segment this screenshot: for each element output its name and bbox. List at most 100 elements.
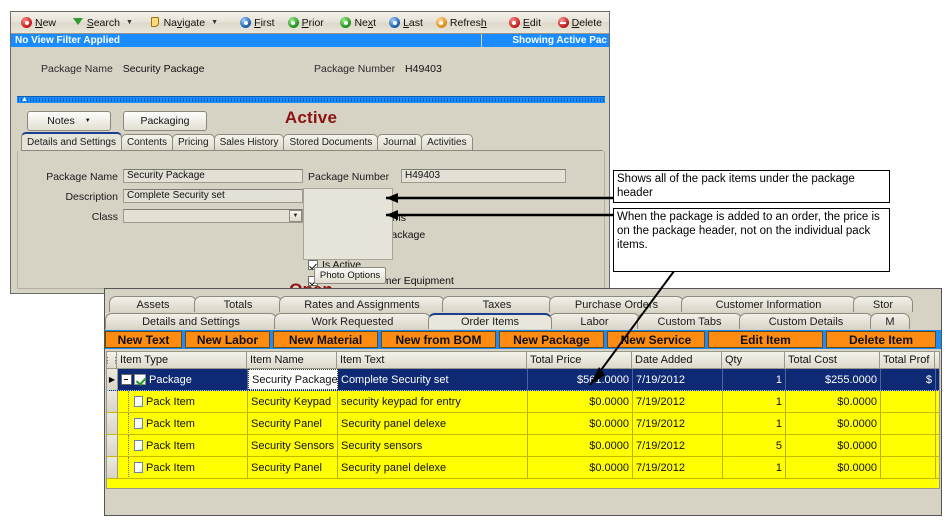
column-header-item-name[interactable]: Item Name <box>247 352 337 368</box>
tree-line <box>128 413 130 434</box>
order-tabstrip-lower: Details and Settings Work Requested Orde… <box>105 312 910 329</box>
cell-item-text: Security panel delexe <box>338 457 528 478</box>
header-package-number-value: H49403 <box>405 63 442 75</box>
table-row[interactable]: Pack Item Security Panel Security panel … <box>107 413 939 435</box>
cell-item-text: security keypad for entry <box>338 391 528 412</box>
toolbar-edit-button[interactable]: Edit <box>503 13 547 33</box>
chevron-down-icon[interactable]: ▼ <box>126 19 133 26</box>
tab-taxes[interactable]: Taxes <box>442 296 552 312</box>
cell-item-text: Security panel delexe <box>338 413 528 434</box>
tab-totals[interactable]: Totals <box>194 296 282 312</box>
chevron-down-icon[interactable]: ▼ <box>211 19 218 26</box>
delete-item-button[interactable]: Delete Item <box>826 331 936 348</box>
toolbar-delete-button[interactable]: Delete <box>552 13 608 33</box>
toolbar-new-button[interactable]: New <box>15 13 62 33</box>
package-number-input[interactable]: H49403 <box>401 169 566 183</box>
order-items-action-bar: New Text New Labor New Material New from… <box>105 330 941 349</box>
tab-stored-documents[interactable]: Stored Documents <box>283 134 379 150</box>
tab-details-and-settings[interactable]: Details and Settings <box>105 313 277 329</box>
cell-total-price: $561.0000 <box>528 369 633 390</box>
button-label: New Labor <box>196 332 259 347</box>
class-combo-dropdown-button[interactable]: ▼ <box>289 210 302 222</box>
column-header-total-profit[interactable]: Total Prof <box>880 352 935 368</box>
tab-label: Pricing <box>177 137 209 148</box>
tab-journal[interactable]: Journal <box>377 134 423 150</box>
grid-select-all-handle[interactable]: ⋮⋮ <box>107 352 117 368</box>
new-package-button[interactable]: New Package <box>499 331 604 348</box>
tab-activities[interactable]: Activities <box>421 134 473 150</box>
class-combo-input[interactable] <box>123 209 303 223</box>
column-header-total-cost[interactable]: Total Cost <box>785 352 880 368</box>
splitter-bar[interactable]: ▲ <box>17 96 605 103</box>
table-row[interactable]: Pack Item Security Keypad security keypa… <box>107 391 939 413</box>
tab-rates-and-assignments[interactable]: Rates and Assignments <box>279 296 445 312</box>
tab-label: Assets <box>136 298 170 311</box>
tab-custom-details[interactable]: Custom Details <box>739 313 873 329</box>
tab-details-and-settings[interactable]: Details and Settings <box>21 132 122 150</box>
description-input[interactable]: Complete Security set <box>123 189 303 203</box>
table-row[interactable]: ▶ Package Security Package Complete Secu… <box>107 369 939 391</box>
tab-sales-history[interactable]: Sales History <box>213 134 285 150</box>
tab-custom-tabs[interactable]: Custom Tabs <box>637 313 742 329</box>
red-target-icon <box>508 17 520 28</box>
tab-assets[interactable]: Assets <box>109 296 197 312</box>
tab-customer-information[interactable]: Customer Information <box>681 296 856 312</box>
tab-contents[interactable]: Contents <box>120 134 173 150</box>
red-target-icon <box>21 17 32 28</box>
collapse-caret-icon[interactable]: ▲ <box>21 96 28 103</box>
edit-item-button[interactable]: Edit Item <box>708 331 823 348</box>
cell-date-added: 7/19/2012 <box>633 435 723 456</box>
column-header-total-price[interactable]: Total Price <box>527 352 632 368</box>
table-row[interactable]: Pack Item Security Panel Security panel … <box>107 457 939 479</box>
cell-item-type: Pack Item <box>118 413 248 434</box>
cell-item-text: Complete Security set <box>338 369 528 390</box>
tab-label: Details and Settings <box>142 315 240 328</box>
toolbar-last-button[interactable]: Last <box>383 13 429 33</box>
tab-purchase-orders[interactable]: Purchase Orders <box>549 296 684 312</box>
table-row[interactable]: Pack Item Security Sensors Security sens… <box>107 435 939 457</box>
tab-stored[interactable]: Stor <box>853 296 913 312</box>
toolbar-first-button[interactable]: First <box>234 13 280 33</box>
cell-total-price: $0.0000 <box>528 457 633 478</box>
current-row-arrow-icon: ▶ <box>108 375 116 384</box>
cell-text: Pack Item <box>146 439 195 452</box>
green-check-icon[interactable] <box>134 374 146 385</box>
new-labor-button[interactable]: New Labor <box>185 331 270 348</box>
toolbar-refresh-button[interactable]: Refresh <box>430 13 493 33</box>
callout-pack-items: Shows all of the pack items under the pa… <box>613 170 890 203</box>
toolbar-navigate-button[interactable]: Navigate ▼ <box>144 13 224 33</box>
column-header-item-type[interactable]: Item Type <box>117 352 247 368</box>
document-icon <box>134 418 143 429</box>
column-header-date-added[interactable]: Date Added <box>632 352 722 368</box>
grid-footer <box>106 490 940 514</box>
tree-line <box>128 391 130 412</box>
tab-label: Rates and Assignments <box>304 298 420 311</box>
details-and-settings-panel: Package Name Security Package Descriptio… <box>17 151 605 289</box>
column-header-item-text[interactable]: Item Text <box>337 352 527 368</box>
toolbar-prior-button[interactable]: Prior <box>282 13 330 33</box>
package-toolbar: New Search ▼ Navigate ▼ First Prior Next <box>11 12 609 34</box>
package-name-input[interactable]: Security Package <box>123 169 303 183</box>
package-tabstrip: Details and Settings Contents Pricing Sa… <box>21 132 603 151</box>
cell-item-text: Security sensors <box>338 435 528 456</box>
tree-collapse-icon[interactable] <box>121 374 132 385</box>
toolbar-next-button[interactable]: Next <box>334 13 382 33</box>
row-indicator <box>107 413 118 434</box>
tab-work-requested[interactable]: Work Requested <box>274 313 431 329</box>
new-from-bom-button[interactable]: New from BOM <box>381 331 496 348</box>
cell-total-cost: $0.0000 <box>786 413 881 434</box>
tab-pricing[interactable]: Pricing <box>171 134 215 150</box>
tab-more[interactable]: M <box>870 313 910 329</box>
tab-order-items[interactable]: Order Items <box>428 313 552 329</box>
column-header-qty[interactable]: Qty <box>722 352 785 368</box>
order-window: Assets Totals Rates and Assignments Taxe… <box>104 288 942 516</box>
new-service-button[interactable]: New Service <box>607 331 705 348</box>
field-label-package-number: Package Number <box>308 171 390 183</box>
tree-line <box>128 457 130 478</box>
tab-label: Sales History <box>219 137 279 148</box>
tab-labor[interactable]: Labor <box>549 313 640 329</box>
toolbar-search-button[interactable]: Search ▼ <box>67 13 139 33</box>
new-text-button[interactable]: New Text <box>105 331 182 348</box>
new-material-button[interactable]: New Material <box>273 331 378 348</box>
tab-label: Details and Settings <box>27 136 116 148</box>
